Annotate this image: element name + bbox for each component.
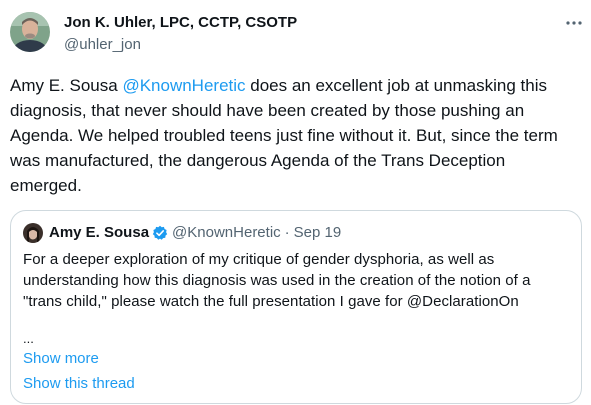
more-options-button[interactable] bbox=[563, 14, 585, 32]
quoted-author-handle[interactable]: @KnownHeretic bbox=[172, 224, 281, 242]
quoted-author-avatar[interactable] bbox=[23, 223, 43, 243]
author-avatar[interactable] bbox=[10, 12, 50, 52]
dot-separator: · bbox=[284, 224, 290, 241]
author-name[interactable]: Jon K. Uhler, LPC, CCTP, CSOTP bbox=[64, 14, 297, 32]
tweet-text: Amy E. Sousa @KnownHeretic does an excel… bbox=[10, 73, 580, 198]
quoted-author-name[interactable]: Amy E. Sousa bbox=[49, 224, 149, 242]
author-handle[interactable]: @uhler_jon bbox=[64, 36, 297, 54]
more-horizontal-icon bbox=[566, 21, 582, 25]
show-more-link[interactable]: Show more bbox=[23, 350, 99, 368]
mention-link[interactable]: @KnownHeretic bbox=[122, 76, 245, 95]
quoted-text: For a deeper exploration of my critique … bbox=[23, 251, 531, 310]
author-info: Jon K. Uhler, LPC, CCTP, CSOTP @uhler_jo… bbox=[64, 14, 297, 54]
verified-badge-icon bbox=[152, 225, 168, 240]
quoted-ellipsis: ... bbox=[23, 331, 34, 346]
quoted-header: Amy E. Sousa @KnownHeretic · Sep 19 bbox=[49, 224, 341, 242]
show-thread-link[interactable]: Show this thread bbox=[23, 375, 135, 393]
quoted-date[interactable]: Sep 19 bbox=[294, 224, 342, 242]
quoted-tweet[interactable]: Amy E. Sousa @KnownHeretic · Sep 19 For … bbox=[10, 210, 582, 404]
tweet-text-start: Amy E. Sousa bbox=[10, 76, 123, 95]
